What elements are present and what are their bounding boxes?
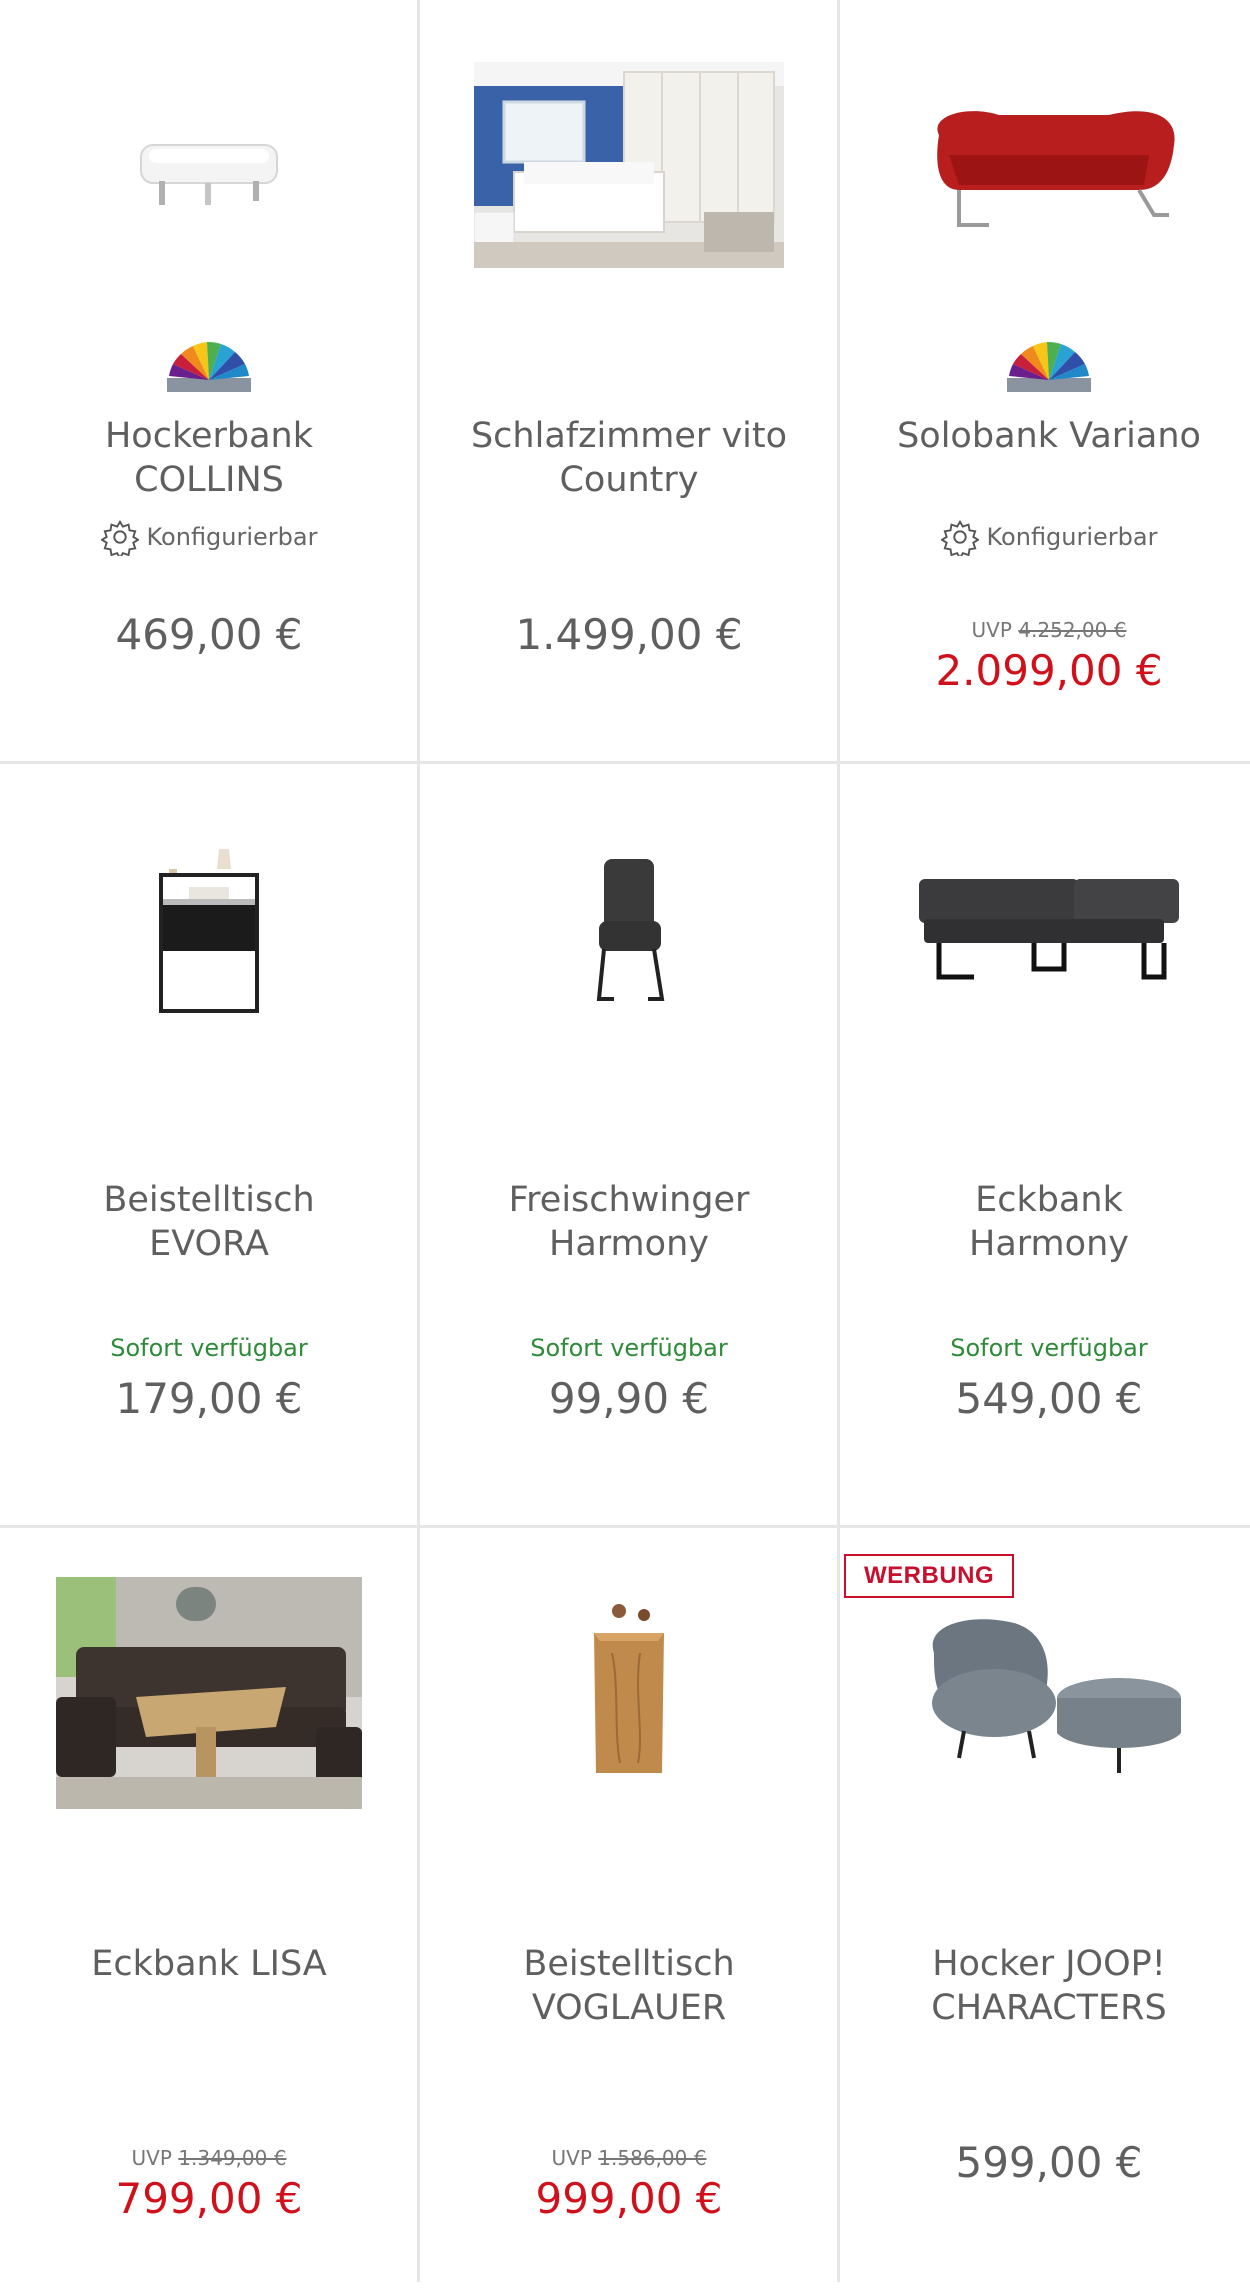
product-price: 599,00 € <box>955 2138 1143 2187</box>
availability-label: Sofort verfügbar <box>110 1334 308 1362</box>
product-image[interactable] <box>840 764 1250 1094</box>
product-price: 179,00 € <box>115 1374 303 1423</box>
gear-icon <box>100 519 139 556</box>
product-card[interactable]: Beistelltisch EVORA Sofort verfügbar 179… <box>0 764 418 1528</box>
availability-label: Sofort verfügbar <box>950 1334 1148 1362</box>
product-card[interactable]: Freischwinger Harmony Sofort verfügbar 9… <box>420 764 838 1528</box>
uvp-price: UVP 1.586,00 € <box>420 2146 838 2170</box>
product-image[interactable] <box>420 1528 838 1858</box>
color-variants-icon <box>167 341 251 392</box>
product-image[interactable] <box>0 0 418 330</box>
configurable-label: Konfigurierbar <box>0 518 418 556</box>
uvp-price: UVP 1.349,00 € <box>0 2146 418 2170</box>
white-footstool-image <box>140 144 278 205</box>
product-title[interactable]: Beistelltisch VOGLAUER <box>470 1942 788 2030</box>
product-price: 469,00 € <box>115 610 303 659</box>
corner-bench-image <box>919 879 1179 980</box>
product-card[interactable]: Beistelltisch VOGLAUER UVP 1.586,00 € 99… <box>420 1528 838 2292</box>
product-image[interactable] <box>0 764 418 1094</box>
product-image[interactable] <box>420 764 838 1094</box>
uvp-price: UVP 4.252,00 € <box>840 618 1250 642</box>
product-price: 99,90 € <box>548 1374 710 1423</box>
wood-side-table-image <box>594 1604 664 1773</box>
product-price: 999,00 € <box>535 2174 723 2223</box>
product-price: 2.099,00 € <box>935 646 1163 695</box>
product-image[interactable] <box>420 0 838 330</box>
product-price: 1.499,00 € <box>515 610 743 659</box>
product-card[interactable]: Eckbank Harmony Sofort verfügbar 549,00 … <box>840 764 1250 1528</box>
product-image[interactable] <box>840 0 1250 330</box>
availability-label: Sofort verfügbar <box>530 1334 728 1362</box>
product-card[interactable]: Hockerbank COLLINS Konfigurierbar 469,00… <box>0 0 418 764</box>
uvp-label: UVP <box>551 2146 592 2170</box>
uvp-old-price: 4.252,00 € <box>1018 618 1127 642</box>
uvp-label: UVP <box>971 618 1012 642</box>
product-title[interactable]: Eckbank LISA <box>20 1942 398 1986</box>
dining-corner-photo-image <box>56 1577 362 1809</box>
product-title[interactable]: Beistelltisch EVORA <box>50 1178 368 1266</box>
bedroom-photo-image <box>474 62 784 268</box>
uvp-label: UVP <box>131 2146 172 2170</box>
configurable-label: Konfigurierbar <box>840 518 1250 556</box>
configurable-text: Konfigurierbar <box>146 523 318 551</box>
uvp-old-price: 1.349,00 € <box>178 2146 287 2170</box>
side-table-image <box>159 849 259 1013</box>
product-grid: Hockerbank COLLINS Konfigurierbar 469,00… <box>0 0 1250 2282</box>
product-title[interactable]: Schlafzimmer vito Country <box>470 414 788 502</box>
product-title[interactable]: Hockerbank COLLINS <box>50 414 368 502</box>
product-title[interactable]: Hocker JOOP! CHARACTERS <box>880 1942 1218 2030</box>
product-card[interactable]: WERBUNG Hocker JOOP! CHARACTERS 599,00 € <box>840 1528 1250 2292</box>
red-bench-image <box>937 111 1175 227</box>
product-card[interactable]: Eckbank LISA UVP 1.349,00 € 799,00 € <box>0 1528 418 2292</box>
product-price: 799,00 € <box>115 2174 303 2223</box>
product-title[interactable]: Eckbank Harmony <box>910 1178 1188 1266</box>
product-card[interactable]: Schlafzimmer vito Country 1.499,00 € <box>420 0 838 764</box>
gear-icon <box>940 519 979 556</box>
product-card[interactable]: Solobank Variano Konfigurierbar UVP 4.25… <box>840 0 1250 764</box>
configurable-text: Konfigurierbar <box>986 523 1158 551</box>
product-image[interactable] <box>840 1528 1250 1858</box>
color-variants-icon <box>1007 341 1091 392</box>
product-image[interactable] <box>0 1528 418 1858</box>
grey-lounge-chair-image <box>932 1619 1181 1773</box>
uvp-old-price: 1.586,00 € <box>598 2146 707 2170</box>
product-title[interactable]: Solobank Variano <box>890 414 1208 458</box>
product-title[interactable]: Freischwinger Harmony <box>460 1178 798 1266</box>
product-price: 549,00 € <box>955 1374 1143 1423</box>
cantilever-chair-image <box>596 859 665 1001</box>
